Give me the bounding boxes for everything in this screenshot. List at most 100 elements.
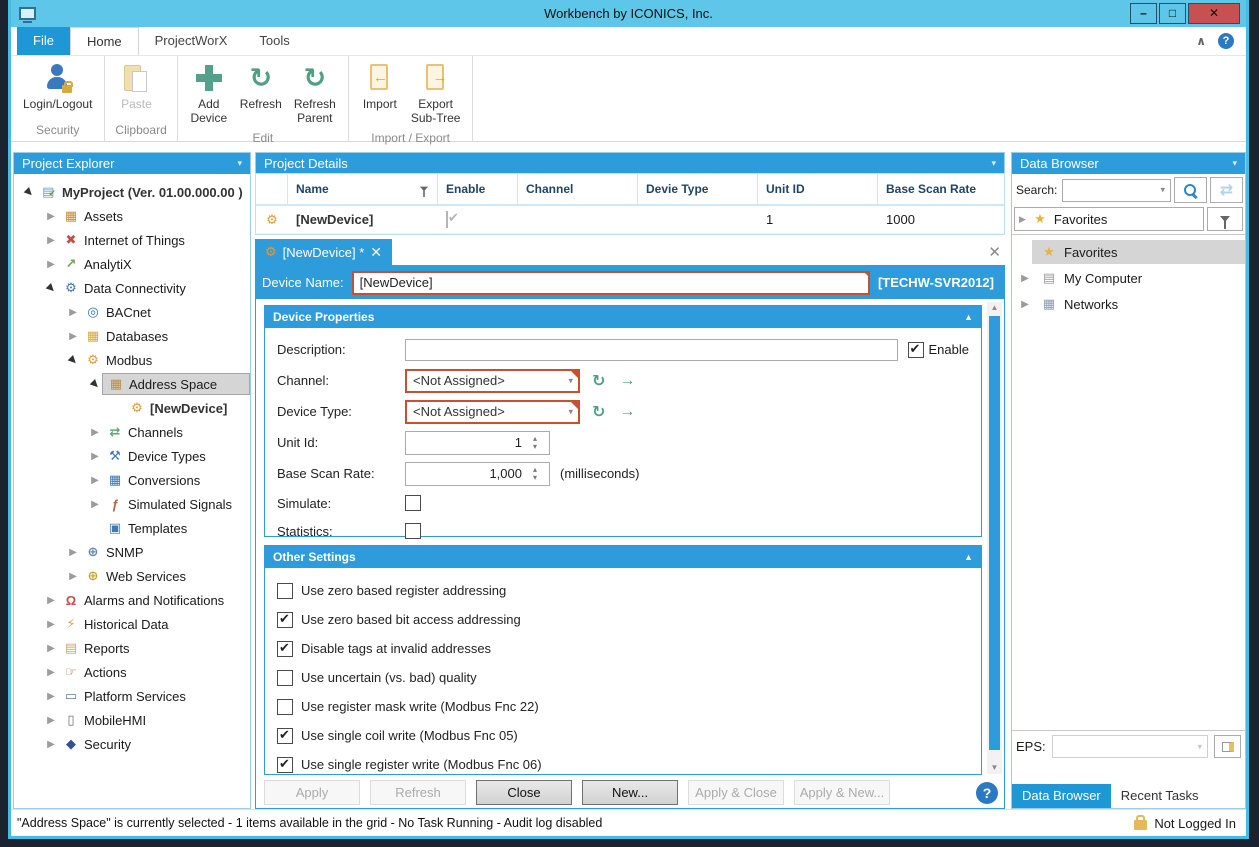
setting-checkbox[interactable] bbox=[277, 583, 293, 599]
tree-item-data-connectivity[interactable]: ▶Data Connectivity bbox=[14, 276, 250, 300]
refresh-device-type-icon[interactable]: ↻ bbox=[592, 402, 605, 422]
add-device-button[interactable]: Add Device bbox=[186, 60, 232, 127]
column-base-scan-rate[interactable]: Base Scan Rate bbox=[878, 174, 1004, 204]
tree-item-security[interactable]: ▶Security bbox=[14, 732, 250, 756]
spinner-icons[interactable]: ▴▾ bbox=[526, 432, 544, 454]
eps-button[interactable] bbox=[1214, 735, 1241, 758]
close-tab-icon[interactable]: ✕ bbox=[370, 244, 382, 261]
expander-icon[interactable]: ▶ bbox=[44, 715, 58, 726]
tree-item-device-types[interactable]: ▶Device Types bbox=[14, 444, 250, 468]
tree-item-address-space[interactable]: ▶Address Space bbox=[14, 372, 250, 396]
apply-button[interactable]: Apply bbox=[264, 780, 360, 805]
new-button[interactable]: New... bbox=[582, 780, 678, 805]
apply-new-button[interactable]: Apply & New... bbox=[794, 780, 890, 805]
expander-icon[interactable]: ▶ bbox=[66, 571, 80, 582]
close-button[interactable]: Close bbox=[476, 780, 572, 805]
unit-id-stepper[interactable]: ▴▾ bbox=[405, 431, 550, 455]
expander-icon[interactable]: ▶ bbox=[88, 451, 102, 462]
collapse-ribbon-icon[interactable]: ∧ bbox=[1196, 34, 1206, 48]
search-combo[interactable]: ▾ bbox=[1062, 179, 1171, 202]
column-unit-id[interactable]: Unit ID bbox=[758, 174, 878, 204]
goto-channel-icon[interactable]: → bbox=[619, 372, 635, 390]
device-name-input[interactable] bbox=[352, 271, 870, 295]
apply-close-button[interactable]: Apply & Close bbox=[688, 780, 784, 805]
expander-icon[interactable]: ▶ bbox=[44, 739, 58, 750]
expander-icon[interactable]: ▶ bbox=[1018, 299, 1032, 310]
grid-row-newdevice[interactable]: ⚙ [NewDevice] 1 1000 bbox=[256, 206, 1004, 234]
expander-icon[interactable]: ▶ bbox=[44, 667, 58, 678]
expander-icon[interactable]: ▶ bbox=[88, 427, 102, 438]
statistics-checkbox[interactable] bbox=[405, 523, 421, 539]
setting-checkbox[interactable] bbox=[277, 699, 293, 715]
enable-checkbox[interactable] bbox=[446, 211, 448, 228]
column-channel[interactable]: Channel bbox=[518, 174, 638, 204]
expander-icon[interactable]: ▶ bbox=[44, 235, 58, 246]
tree-item-conversions[interactable]: ▶Conversions bbox=[14, 468, 250, 492]
expander-icon[interactable]: ▶ bbox=[1019, 214, 1026, 225]
import-button[interactable]: Import bbox=[357, 60, 403, 113]
sync-button[interactable]: ⇄ bbox=[1210, 177, 1243, 203]
browser-item-favorites[interactable]: ▶Favorites bbox=[1012, 239, 1245, 265]
tree-item-channels[interactable]: ▶Channels bbox=[14, 420, 250, 444]
setting-checkbox[interactable] bbox=[277, 670, 293, 686]
tab-tools[interactable]: Tools bbox=[243, 27, 305, 55]
tree-item-modbus[interactable]: ▶Modbus bbox=[14, 348, 250, 372]
expander-icon[interactable]: ▶ bbox=[1018, 273, 1032, 284]
expander-icon[interactable]: ▶ bbox=[44, 691, 58, 702]
maximize-button[interactable]: □ bbox=[1159, 3, 1186, 24]
eps-combo[interactable]: ▾ bbox=[1052, 735, 1208, 758]
breadcrumb[interactable]: ▶ Favorites bbox=[1014, 207, 1204, 231]
scrollbar-thumb[interactable] bbox=[989, 316, 1000, 750]
editor-tab-newdevice[interactable]: ⚙ [NewDevice] * ✕ bbox=[255, 239, 392, 265]
browser-item-networks[interactable]: ▶Networks bbox=[1012, 291, 1245, 317]
refresh-channel-icon[interactable]: ↻ bbox=[592, 371, 605, 391]
expander-icon[interactable]: ▶ bbox=[44, 619, 58, 630]
filter-icon[interactable] bbox=[420, 187, 428, 192]
enable-checkbox[interactable] bbox=[908, 342, 924, 358]
tree-item-web-services[interactable]: ▶Web Services bbox=[14, 564, 250, 588]
tree-item-templates[interactable]: ▶Templates bbox=[14, 516, 250, 540]
tree-item-simulated-signals[interactable]: ▶Simulated Signals bbox=[14, 492, 250, 516]
tab-projectworx[interactable]: ProjectWorX bbox=[139, 27, 244, 55]
close-editor-icon[interactable]: ✕ bbox=[988, 243, 1001, 261]
minimize-button[interactable]: – bbox=[1130, 3, 1157, 24]
setting-checkbox[interactable] bbox=[277, 641, 293, 657]
tree-item-newdevice[interactable]: ▶[NewDevice] bbox=[14, 396, 250, 420]
spinner-icons[interactable]: ▴▾ bbox=[526, 463, 544, 485]
tree-item-internet-of-things[interactable]: ▶Internet of Things bbox=[14, 228, 250, 252]
tree-item-bacnet[interactable]: ▶BACnet bbox=[14, 300, 250, 324]
collapse-section-icon[interactable]: ▲ bbox=[964, 312, 973, 322]
editor-scrollbar[interactable]: ▲ ▼ bbox=[987, 302, 1002, 774]
column-name[interactable]: Name bbox=[288, 174, 438, 204]
panel-menu-icon[interactable]: ▾ bbox=[237, 158, 242, 169]
tab-recent-tasks[interactable]: Recent Tasks bbox=[1111, 784, 1209, 808]
refresh-button[interactable]: Refresh bbox=[236, 60, 286, 113]
tree-item-historical-data[interactable]: ▶Historical Data bbox=[14, 612, 250, 636]
tree-item-databases[interactable]: ▶Databases bbox=[14, 324, 250, 348]
panel-menu-icon[interactable]: ▾ bbox=[991, 158, 996, 169]
tree-item-actions[interactable]: ▶Actions bbox=[14, 660, 250, 684]
tree-item-mobilehmi[interactable]: ▶MobileHMI bbox=[14, 708, 250, 732]
channel-combo[interactable]: <Not Assigned>▾ bbox=[405, 369, 580, 393]
simulate-checkbox[interactable] bbox=[405, 495, 421, 511]
scroll-down-icon[interactable]: ▼ bbox=[987, 762, 1002, 774]
setting-checkbox[interactable] bbox=[277, 757, 293, 773]
refresh-button[interactable]: Refresh bbox=[370, 780, 466, 805]
expander-icon[interactable]: ▶ bbox=[88, 499, 102, 510]
setting-checkbox[interactable] bbox=[277, 728, 293, 744]
help-icon[interactable]: ? bbox=[1218, 33, 1234, 49]
tree-item-myproject[interactable]: ▶MyProject (Ver. 01.00.000.00 ) bbox=[14, 180, 250, 204]
description-input[interactable] bbox=[405, 339, 898, 361]
expander-icon[interactable]: ▶ bbox=[66, 547, 80, 558]
panel-menu-icon[interactable]: ▾ bbox=[1232, 158, 1237, 169]
expander-icon[interactable]: ▶ bbox=[44, 211, 58, 222]
expander-icon[interactable]: ▶ bbox=[44, 595, 58, 606]
tree-item-snmp[interactable]: ▶SNMP bbox=[14, 540, 250, 564]
paste-button[interactable]: Paste bbox=[113, 60, 159, 113]
tab-data-browser[interactable]: Data Browser bbox=[1012, 784, 1111, 808]
column-enable[interactable]: Enable bbox=[438, 174, 518, 204]
login-logout-button[interactable]: Login/Logout bbox=[19, 60, 96, 113]
refresh-parent-button[interactable]: Refresh Parent bbox=[290, 60, 340, 127]
close-button[interactable]: ✕ bbox=[1188, 3, 1240, 24]
dropdown-icon[interactable]: ▾ bbox=[1160, 185, 1165, 196]
